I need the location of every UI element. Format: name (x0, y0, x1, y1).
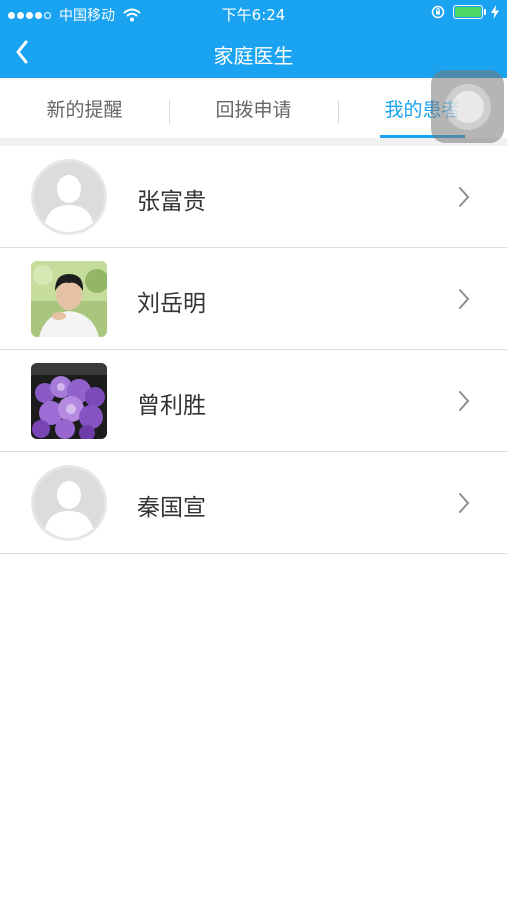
tab-label: 新的提醒 (46, 99, 123, 121)
chevron-right-icon (459, 493, 470, 513)
patient-row[interactable]: 秦国宣 (0, 452, 507, 554)
default-avatar (31, 159, 107, 235)
orientation-lock-icon (431, 5, 445, 19)
tab-callback-requests[interactable]: 回拨申请 (169, 78, 338, 138)
assistive-touch-icon (444, 83, 491, 130)
chevron-right-icon (459, 187, 470, 207)
patient-photo (31, 363, 107, 439)
tab-divider (338, 100, 339, 124)
page-title: 家庭医生 (213, 44, 294, 68)
tab-label: 回拨申请 (215, 99, 292, 121)
patient-name: 秦国宣 (137, 495, 206, 521)
patient-name: 刘岳明 (137, 291, 206, 317)
patient-name: 张富贵 (137, 189, 206, 215)
patient-row[interactable]: 刘岳明 (0, 248, 507, 350)
patient-row[interactable]: 张富贵 (0, 146, 507, 248)
assistive-touch-button[interactable] (431, 70, 504, 143)
chevron-right-icon (459, 289, 470, 309)
section-gap (0, 138, 507, 146)
chevron-right-icon (459, 391, 470, 411)
status-right (431, 5, 499, 19)
patient-list: 张富贵 刘岳明 曾利胜 秦国宣 (0, 146, 507, 554)
patient-row[interactable]: 曾利胜 (0, 350, 507, 452)
default-avatar (31, 465, 107, 541)
patient-photo (31, 261, 107, 337)
status-bar: 中国移动 下午6:24 (0, 0, 507, 28)
navigation-bar: 家庭医生 (0, 28, 507, 78)
patient-name: 曾利胜 (137, 393, 206, 419)
tab-divider (169, 100, 170, 124)
charging-icon (491, 5, 499, 19)
battery-icon (453, 5, 486, 19)
tab-new-reminders[interactable]: 新的提醒 (0, 78, 169, 138)
